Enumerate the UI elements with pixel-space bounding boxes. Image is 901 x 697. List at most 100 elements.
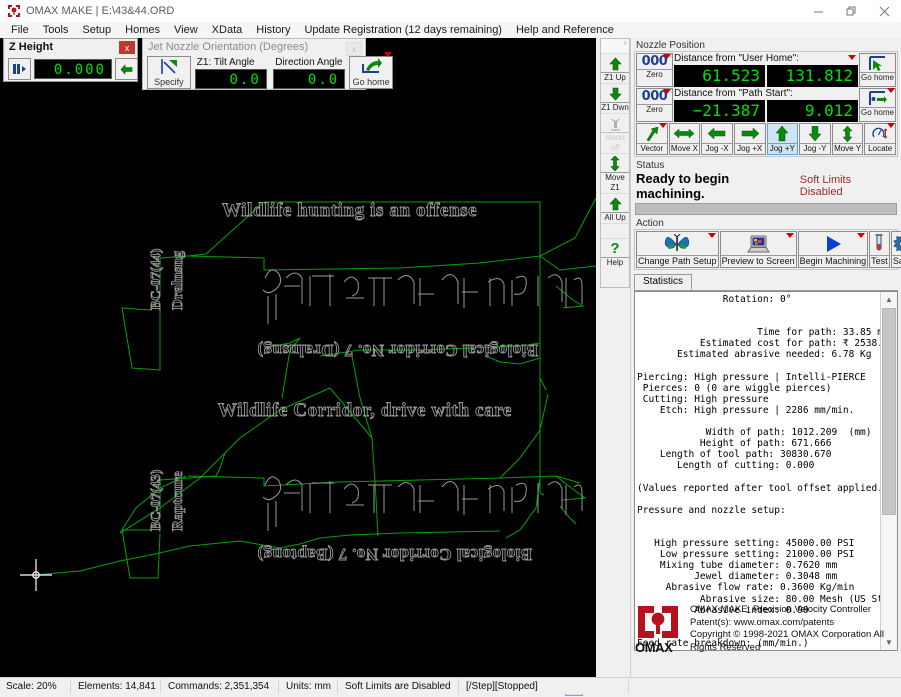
nozzle-gohome-label: Go home <box>352 77 390 87</box>
change-path-setup-button[interactable]: Change Path Setup <box>636 231 719 268</box>
close-button[interactable] <box>868 0 901 22</box>
green-left-arrow-icon[interactable] <box>115 58 138 80</box>
action-group: Action Change Path Setup Preview to Scre… <box>634 218 901 270</box>
saw-blade-icon <box>892 232 901 255</box>
tilt-angle-value[interactable]: 0.0 <box>194 69 267 89</box>
menu-file[interactable]: File <box>4 23 36 37</box>
z1-down-button[interactable]: Z1 Dwn <box>601 84 629 114</box>
z-probe-icon[interactable] <box>8 58 31 80</box>
menu-update-registration[interactable]: Update Registration (12 days remaining) <box>297 23 509 37</box>
menu-history[interactable]: History <box>249 23 297 37</box>
status-sep-4 <box>337 679 338 694</box>
maximize-button[interactable] <box>835 0 868 22</box>
locate-button[interactable]: Locate <box>864 123 896 155</box>
preview-to-screen-button[interactable]: Preview to Screen <box>719 231 797 268</box>
z1-down-label: Z1 Dwn <box>601 102 629 112</box>
go-home-path-start-button[interactable]: Go home <box>859 88 896 122</box>
jog-plus-x-label: Jog +X <box>734 143 765 154</box>
go-home-user-button[interactable]: Go home <box>859 53 896 87</box>
change-path-dropdown-icon[interactable] <box>707 233 716 238</box>
nozzle-go-home-button[interactable]: Go home <box>349 52 393 89</box>
scroll-up-arrow-icon[interactable]: ▲ <box>881 292 897 307</box>
menu-tools[interactable]: Tools <box>36 23 76 37</box>
statistics-text: Rotation: 0° Time for path: 33.85 min. E… <box>637 294 897 649</box>
title-bar: OMAX MAKE | E:\43&44.ORD <box>0 0 901 23</box>
up-down-arrow-icon <box>833 124 863 143</box>
zero-dropdown-icon[interactable] <box>663 54 671 59</box>
begin-machining-button[interactable]: Begin Machining <box>797 231 869 268</box>
test-tube-icon <box>870 232 889 255</box>
user-home-y-value[interactable]: 131.812 <box>767 65 858 87</box>
change-path-setup-label: Change Path Setup <box>637 255 718 266</box>
user-home-x-value[interactable]: 61.523 <box>674 65 765 87</box>
stand-off-icon <box>601 115 629 132</box>
menu-help-and-reference[interactable]: Help and Reference <box>509 23 621 37</box>
gohome2-dropdown-icon[interactable] <box>887 88 895 93</box>
z-axis-toolbar: x Z1 Up Z1 Dwn stand off Move Z1 All Up … <box>600 38 630 288</box>
tab-statistics[interactable]: Statistics <box>634 274 693 290</box>
jet-nozzle-orientation-panel: Jet Nozzle Orientation (Degrees) x Speci… <box>142 38 393 90</box>
zero-dropdown-icon-2[interactable] <box>663 89 671 94</box>
statistics-tabstrip: Statistics <box>634 274 898 291</box>
specify-nozzle-button[interactable]: Specify <box>147 56 191 89</box>
saw-button[interactable]: Saw <box>890 231 901 268</box>
status-sep-6 <box>628 679 629 694</box>
menu-setup[interactable]: Setup <box>75 23 118 37</box>
footer-line-3: Copyright © 1998-2021 OMAX Corporation A… <box>690 629 884 653</box>
jog-minus-y-button[interactable]: Jog -Y <box>799 123 831 155</box>
stand-off-label: stand off <box>601 132 629 153</box>
svg-text:BC-07(44): BC-07(44) <box>149 248 164 310</box>
jog-plus-y-button[interactable]: Jog +Y <box>766 123 799 155</box>
jet-nozzle-close-button[interactable]: x <box>346 42 362 56</box>
help-label: Help <box>601 257 629 268</box>
status-sep-3 <box>278 679 279 694</box>
z-height-close-button[interactable]: x <box>119 41 135 54</box>
move-x-label: Move X <box>669 143 700 153</box>
down-arrow-icon <box>601 85 629 102</box>
menu-view[interactable]: View <box>167 23 205 37</box>
statistics-scrollbar[interactable]: ▲ ▼ <box>880 292 897 650</box>
go-home-path-start-label: Go home <box>860 107 895 117</box>
zero-user-home-button[interactable]: 000 Zero <box>636 53 673 87</box>
omax-logo-icon: OMAX <box>634 604 686 655</box>
test-button[interactable]: Test <box>869 231 890 268</box>
nozzle-go-home-icon <box>350 57 392 77</box>
move-y-button[interactable]: Move Y <box>831 123 864 155</box>
control-panel: Nozzle Position 000 Zero Distance from "… <box>630 38 901 677</box>
locate-dropdown-icon[interactable] <box>887 123 895 128</box>
begin-machining-dropdown-icon[interactable] <box>857 233 866 238</box>
help-button[interactable]: ? Help <box>601 239 629 268</box>
z1-up-button[interactable]: Z1 Up <box>601 54 629 84</box>
menu-homes[interactable]: Homes <box>118 23 167 37</box>
up-arrow-icon <box>601 55 629 72</box>
progress-bar <box>635 203 897 215</box>
move-x-button[interactable]: Move X <box>668 123 701 155</box>
user-home-dropdown-icon[interactable] <box>848 55 856 60</box>
footer-line-2: Patent(s): www.omax.com/patents <box>690 616 835 628</box>
cad-canvas[interactable]: Wildlife hunting is an offense Wildlife … <box>0 38 596 677</box>
scrollbar-thumb[interactable] <box>882 308 896 515</box>
gohome-dropdown-icon[interactable] <box>384 52 392 57</box>
svg-text:BC-07(43): BC-07(43) <box>149 469 164 531</box>
z-toolbar-close-button[interactable]: x <box>624 40 628 47</box>
minimize-button[interactable] <box>802 0 835 22</box>
path-start-y-value[interactable]: 9.012 <box>767 100 858 122</box>
left-arrow-icon <box>702 124 732 143</box>
path-start-x-value[interactable]: −21.387 <box>674 100 765 122</box>
saw-label: Saw <box>891 255 901 267</box>
direction-angle-value[interactable]: 0.0 <box>273 69 346 89</box>
preview-dropdown-icon[interactable] <box>785 233 794 238</box>
status-step-state: [/Step][Stopped] <box>466 681 538 692</box>
jog-plus-x-button[interactable]: Jog +X <box>733 123 766 155</box>
all-up-button[interactable]: All Up <box>601 194 629 224</box>
jog-minus-x-button[interactable]: Jog -X <box>701 123 733 155</box>
z-height-value[interactable]: 0.000 <box>34 59 112 79</box>
specify-label: Specify <box>154 77 184 87</box>
zero-path-start-button[interactable]: 000 Zero <box>636 88 673 122</box>
nozzle-position-group: Nozzle Position 000 Zero Distance from "… <box>634 40 898 157</box>
vector-button[interactable]: Vector <box>636 123 668 155</box>
svg-text:Biological Corridor No. 7 (Dra: Biological Corridor No. 7 (Dralnsng) <box>257 341 538 360</box>
vector-dropdown-icon[interactable] <box>658 123 667 128</box>
menu-xdata[interactable]: XData <box>205 23 250 37</box>
move-z1-button[interactable]: Move Z1 <box>601 154 629 194</box>
